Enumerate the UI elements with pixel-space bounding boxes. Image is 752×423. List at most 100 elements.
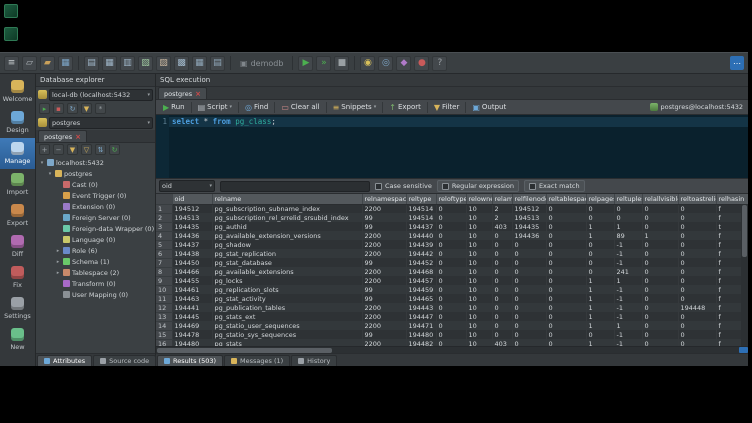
rail-item-diff[interactable]: Diff <box>0 231 35 262</box>
sql-editor[interactable]: 1 select * from pg_class; <box>156 115 748 179</box>
sequence-grid-icon[interactable]: ▩ <box>174 56 189 71</box>
users-icon[interactable]: ◉ <box>360 56 375 71</box>
table-row[interactable]: 5194437pg_shadow22001944390100000-100f <box>156 240 748 249</box>
tree-item-extension-0[interactable]: Extension (0) <box>36 201 155 212</box>
column-header-relam[interactable]: relam <box>492 194 512 204</box>
table-row[interactable]: 6194438pg_stat_replication22001944420100… <box>156 249 748 258</box>
table-row[interactable]: 9194455pg_locks22001944570100001100f <box>156 276 748 285</box>
rail-item-settings[interactable]: Settings <box>0 293 35 324</box>
stop-icon[interactable]: ■ <box>334 56 349 71</box>
save-model-icon[interactable]: ▦ <box>58 56 73 71</box>
column-header-relnamespace[interactable]: relnamespace <box>362 194 406 204</box>
schema-grid-icon[interactable]: ▧ <box>138 56 153 71</box>
filter-icon[interactable]: ▼ <box>81 103 92 114</box>
sql-toolbar-run[interactable]: ▶Run <box>159 102 189 113</box>
tab-messages-1[interactable]: Messages (1) <box>224 355 290 366</box>
table-row[interactable]: 14194469pg_statio_user_sequences22001944… <box>156 321 748 330</box>
sql-toolbar-output[interactable]: ▣Output <box>468 102 510 113</box>
table-row[interactable]: 12194441pg_publication_tables22001944430… <box>156 303 748 312</box>
column-header-reltype[interactable]: reltype <box>406 194 436 204</box>
new-model-icon[interactable]: ▱ <box>22 56 37 71</box>
scrollbar-thumb[interactable] <box>742 205 747 257</box>
sql-toolbar-clear-all[interactable]: ▭Clear all <box>277 102 323 113</box>
tree-item-event-trigger-0[interactable]: Event Trigger (0) <box>36 190 155 201</box>
vertical-scrollbar[interactable] <box>741 204 748 346</box>
sql-tab-postgres[interactable]: postgres × <box>158 87 207 99</box>
refresh-icon[interactable]: ↻ <box>67 103 78 114</box>
tree-item-schema-1[interactable]: ▸Schema (1) <box>36 256 155 267</box>
table-row[interactable]: 1194512pg_subscription_subname_index2200… <box>156 204 748 213</box>
function-grid-icon[interactable]: ▨ <box>156 56 171 71</box>
run-all-icon[interactable]: » <box>316 56 331 71</box>
permissions-icon[interactable]: ◆ <box>396 56 411 71</box>
rail-item-welcome[interactable]: Welcome <box>0 76 35 107</box>
notifications-icon[interactable]: ⋯ <box>730 56 744 70</box>
code-area[interactable]: select * from pg_class; <box>169 115 748 178</box>
sql-toolbar-script[interactable]: ▤Script▾ <box>194 102 236 113</box>
view-grid-icon[interactable]: ▥ <box>120 56 135 71</box>
rail-item-new[interactable]: New <box>0 324 35 355</box>
tree-item-postgres[interactable]: ▾postgres <box>36 168 155 179</box>
roles-icon[interactable]: ◎ <box>378 56 393 71</box>
explorer-tab-postgres[interactable]: postgres × <box>38 130 87 142</box>
disconnect-icon[interactable]: ● <box>414 56 429 71</box>
filter-plus-icon[interactable]: ▼ <box>67 144 78 155</box>
connection-select[interactable]: local-db (localhost:5432 ▾ <box>49 89 153 101</box>
table-grid-icon[interactable]: ▦ <box>102 56 117 71</box>
open-model-icon[interactable]: ▰ <box>40 56 55 71</box>
column-header-relname[interactable]: relname <box>212 194 362 204</box>
rail-item-export[interactable]: Export <box>0 200 35 231</box>
database-objects-icon[interactable]: ▤ <box>84 56 99 71</box>
help-icon[interactable]: ? <box>432 56 447 71</box>
rail-item-design[interactable]: Design <box>0 107 35 138</box>
index-grid-icon[interactable]: ▦ <box>192 56 207 71</box>
table-row[interactable]: 16194480pg_stats2200194482010403001-100f <box>156 339 748 346</box>
rail-item-fix[interactable]: Fix <box>0 262 35 293</box>
filter-option-exact-match[interactable]: Exact match <box>524 180 585 192</box>
column-header-reltablespace[interactable]: reltablespace <box>546 194 586 204</box>
tree-item-language-0[interactable]: Language (0) <box>36 234 155 245</box>
tree-item-cast-0[interactable]: Cast (0) <box>36 179 155 190</box>
tree-item-foreign-server-0[interactable]: Foreign Server (0) <box>36 212 155 223</box>
tab-attributes[interactable]: Attributes <box>37 355 92 366</box>
table-row[interactable]: 15194478pg_statio_sys_sequences991944800… <box>156 330 748 339</box>
tree-item-transform-0[interactable]: Transform (0) <box>36 278 155 289</box>
tree-item-foreign-data-wrapper-0[interactable]: Foreign-data Wrapper (0) <box>36 223 155 234</box>
expand-all-icon[interactable]: + <box>39 144 50 155</box>
disconnect-db-icon[interactable]: ▪ <box>53 103 64 114</box>
menu-icon[interactable]: ≡ <box>4 56 19 71</box>
collapse-all-icon[interactable]: − <box>53 144 64 155</box>
filter-option-case-sensitive[interactable]: Case sensitive <box>375 182 432 190</box>
scrollbar-thumb[interactable] <box>157 348 332 353</box>
table-row[interactable]: 13194445pg_stats_ext22001944470100001-10… <box>156 312 748 321</box>
filter-option-regular-expression[interactable]: Regular expression <box>437 180 519 192</box>
rail-item-import[interactable]: Import <box>0 169 35 200</box>
tab-source-code[interactable]: Source code <box>93 355 156 366</box>
filter-input[interactable] <box>220 181 370 192</box>
column-header-relhasin[interactable]: relhasin <box>716 194 748 204</box>
table-row[interactable]: 7194450pg_stat_database991944520100000-1… <box>156 258 748 267</box>
table-row[interactable]: 11194463pg_stat_activity991944650100001-… <box>156 294 748 303</box>
sql-toolbar-filter[interactable]: ▼Filter <box>430 102 464 113</box>
table-row[interactable]: 3194435pg_authid991944370104031944350110… <box>156 222 748 231</box>
table-row[interactable]: 10194461pg_replication_slots991944590100… <box>156 285 748 294</box>
rail-item-manage[interactable]: Manage <box>0 138 35 169</box>
table-row[interactable]: 4194436pg_available_extension_versions22… <box>156 231 748 240</box>
filter-minus-icon[interactable]: ▽ <box>81 144 92 155</box>
sql-toolbar-snippets[interactable]: ≡Snippets▾ <box>329 102 381 113</box>
connect-icon[interactable]: ▸ <box>39 103 50 114</box>
horizontal-scrollbar[interactable] <box>156 346 748 353</box>
column-header-reloftype[interactable]: reloftype <box>436 194 466 204</box>
sort-icon[interactable]: ⇅ <box>95 144 106 155</box>
column-header-reltoastrelid[interactable]: reltoastrelid <box>678 194 716 204</box>
trigger-grid-icon[interactable]: ▤ <box>210 56 225 71</box>
tree-item-user-mapping-0[interactable]: User Mapping (0) <box>36 289 155 300</box>
tree-item-localhost-5432[interactable]: ▾localhost:5432 <box>36 157 155 168</box>
tab-results-503[interactable]: Results (503) <box>157 355 223 366</box>
database-select[interactable]: postgres ▾ <box>49 117 153 129</box>
tab-history[interactable]: History <box>291 355 337 366</box>
close-icon[interactable]: × <box>75 133 81 141</box>
column-header-relpages[interactable]: relpages <box>586 194 614 204</box>
column-header-oid[interactable]: oid <box>172 194 212 204</box>
tree-item-tablespace-2[interactable]: ▸Tablespace (2) <box>36 267 155 278</box>
